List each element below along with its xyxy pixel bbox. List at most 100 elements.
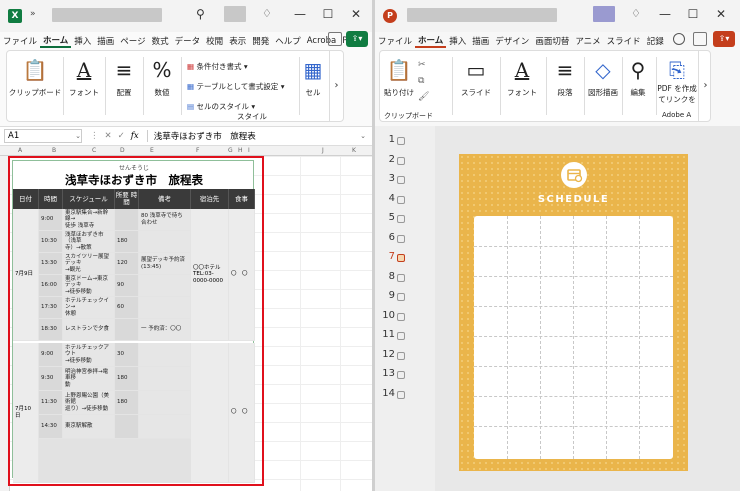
- paragraph-group[interactable]: ≡ 段落: [548, 51, 582, 121]
- ribbon-scroll-right[interactable]: ›: [698, 51, 712, 121]
- conditional-format-button[interactable]: ▦ 条件付き書式 ▾: [187, 57, 284, 77]
- column-header-E[interactable]: E: [150, 147, 154, 154]
- column-header-C[interactable]: C: [92, 147, 96, 154]
- enter-icon[interactable]: ✓: [118, 131, 125, 141]
- record-icon[interactable]: [673, 33, 685, 45]
- ribbon-tab-校閲[interactable]: 校閲: [667, 35, 671, 47]
- minimize-button[interactable]: —: [651, 7, 679, 21]
- slide-number-10[interactable]: 10: [381, 310, 395, 321]
- slide-thumbnail-icon[interactable]: [397, 156, 405, 165]
- close-button[interactable]: ✕: [707, 7, 735, 21]
- slide-number-11[interactable]: 11: [381, 329, 395, 340]
- slide-thumbnail-icon[interactable]: [397, 176, 405, 184]
- ribbon-tab-数式[interactable]: 数式: [149, 35, 172, 47]
- slide-number-12[interactable]: 12: [381, 349, 395, 360]
- slide-number-3[interactable]: 3: [381, 173, 395, 184]
- editing-group[interactable]: ⚲ 編集: [624, 51, 652, 121]
- slide-thumbnail-icon[interactable]: [397, 293, 405, 301]
- ribbon-tab-記録[interactable]: 記録: [644, 35, 667, 47]
- formula-expand-icon[interactable]: ⌄: [360, 132, 366, 140]
- slide-thumbnail-icon[interactable]: [397, 215, 405, 223]
- schedule-slide[interactable]: SCHEDULE: [459, 154, 688, 471]
- cancel-icon[interactable]: ✕: [105, 131, 112, 141]
- ribbon-tab-ホーム[interactable]: ホーム: [40, 34, 72, 48]
- ribbon-tab-ヘルプ[interactable]: ヘルプ: [272, 35, 304, 47]
- ribbon-tab-ページ[interactable]: ページ: [117, 35, 148, 47]
- ribbon-tab-ファイル[interactable]: ファイル: [375, 35, 415, 47]
- font-group[interactable]: A フォント: [65, 51, 103, 121]
- slide-thumbnail-icon[interactable]: [397, 390, 405, 399]
- name-box[interactable]: A1 ⌄: [4, 129, 82, 143]
- format-painter-icon[interactable]: 🖌: [418, 89, 429, 105]
- powerpoint-icon[interactable]: P: [383, 9, 397, 23]
- slide-number-2[interactable]: 2: [381, 154, 395, 165]
- slide-number-14[interactable]: 14: [381, 388, 395, 399]
- slide-thumbnail-icon[interactable]: [397, 312, 405, 321]
- slide-thumbnail-icon[interactable]: [397, 351, 405, 360]
- column-header-H[interactable]: H: [238, 147, 243, 154]
- slide-number-13[interactable]: 13: [381, 368, 395, 379]
- ribbon-tab-描画[interactable]: 描画: [469, 35, 492, 47]
- slide-thumbnail-icon[interactable]: [397, 195, 405, 204]
- ribbon-tab-挿入[interactable]: 挿入: [71, 35, 94, 47]
- maximize-button[interactable]: ☐: [679, 7, 707, 21]
- lightbulb-icon[interactable]: ♢: [262, 7, 272, 20]
- slide-thumbnail-icon[interactable]: [397, 137, 405, 145]
- maximize-button[interactable]: ☐: [314, 7, 342, 21]
- account-avatar[interactable]: [224, 6, 246, 22]
- column-header-J[interactable]: J: [322, 147, 324, 154]
- ribbon-tab-アニメ[interactable]: アニメ: [572, 35, 603, 47]
- quick-access-more-icon[interactable]: »: [30, 9, 36, 19]
- excel-icon[interactable]: X: [8, 9, 22, 23]
- slide-number-7[interactable]: 7: [381, 251, 395, 262]
- column-header-D[interactable]: D: [120, 147, 125, 154]
- minimize-button[interactable]: —: [286, 7, 314, 21]
- table-format-button[interactable]: ▦ テーブルとして書式設定 ▾: [187, 77, 284, 97]
- slide-group[interactable]: ▭ スライド: [456, 51, 496, 121]
- comment-icon[interactable]: [328, 32, 342, 46]
- column-header-A[interactable]: A: [18, 147, 22, 154]
- ribbon-scroll-right[interactable]: ›: [329, 51, 343, 121]
- ribbon-tab-ホーム[interactable]: ホーム: [415, 34, 447, 48]
- number-group[interactable]: % 数値: [145, 51, 179, 121]
- slide-number-9[interactable]: 9: [381, 290, 395, 301]
- ribbon-tab-描画[interactable]: 描画: [94, 35, 117, 47]
- insert-function-button[interactable]: fx: [131, 131, 139, 141]
- column-header-I[interactable]: I: [248, 147, 250, 154]
- cell-style-button[interactable]: ▤ セルのスタイル ▾: [187, 97, 284, 117]
- formula-input[interactable]: 浅草寺ほおずき市 旅程表: [146, 130, 256, 142]
- drawing-group[interactable]: ◇ 図形描画: [586, 51, 620, 121]
- column-header-B[interactable]: B: [52, 147, 56, 154]
- ribbon-tab-開発[interactable]: 開発: [249, 35, 272, 47]
- slide-thumbnail-icon[interactable]: [397, 371, 405, 379]
- column-header-F[interactable]: F: [196, 147, 199, 154]
- lightbulb-icon[interactable]: ♢: [631, 7, 641, 20]
- account-avatar[interactable]: [593, 6, 615, 22]
- close-button[interactable]: ✕: [342, 7, 370, 21]
- slide-thumbnail-icon[interactable]: [397, 234, 405, 243]
- share-button[interactable]: ⇪▾: [346, 31, 368, 47]
- column-header-G[interactable]: G: [228, 147, 233, 154]
- slide-thumbnail-icon[interactable]: [397, 273, 405, 282]
- font-group[interactable]: A フォント: [502, 51, 542, 121]
- search-icon[interactable]: ⚲: [196, 7, 205, 21]
- slide-number-5[interactable]: 5: [381, 212, 395, 223]
- ribbon-tab-スライド[interactable]: スライド: [604, 35, 644, 47]
- share-button[interactable]: ⇪▾: [713, 31, 735, 47]
- cells-group[interactable]: ▦ セル: [301, 51, 325, 121]
- clipboard-group[interactable]: 📋 クリップボード: [9, 51, 62, 121]
- alignment-group[interactable]: ≡ 配置: [107, 51, 141, 121]
- ribbon-tab-表示[interactable]: 表示: [226, 35, 249, 47]
- copy-icon[interactable]: ⧉: [418, 73, 429, 89]
- slide-number-4[interactable]: 4: [381, 193, 395, 204]
- cut-icon[interactable]: ✂: [418, 57, 429, 73]
- ribbon-tab-データ[interactable]: データ: [172, 35, 204, 47]
- ribbon-tab-校閲[interactable]: 校閲: [203, 35, 226, 47]
- slide-thumbnail-icon[interactable]: [397, 332, 405, 340]
- ribbon-tab-挿入[interactable]: 挿入: [446, 35, 469, 47]
- slide-number-1[interactable]: 1: [381, 134, 395, 145]
- ribbon-tab-デザイン[interactable]: デザイン: [492, 35, 532, 47]
- comment-icon[interactable]: [693, 32, 707, 46]
- slide-thumbnail-icon[interactable]: [397, 254, 405, 262]
- ribbon-tab-ファイル[interactable]: ファイル: [0, 35, 40, 47]
